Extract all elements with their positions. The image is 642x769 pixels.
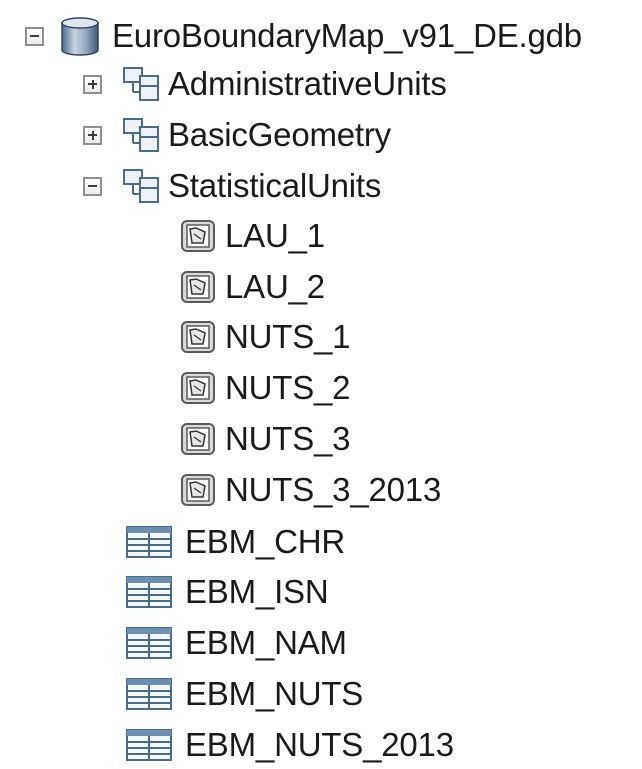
tree-node-label: StatisticalUnits <box>168 167 382 204</box>
table-icon <box>126 526 172 558</box>
tree-node-feature-class-nuts-3[interactable]: NUTS_3 <box>0 415 642 463</box>
table-icon <box>126 576 172 608</box>
tree-node-label: NUTS_2 <box>225 369 351 406</box>
tree-node-label: LAU_1 <box>225 217 325 254</box>
tree-node-table-ebm-nam[interactable]: EBM_NAM <box>0 619 642 667</box>
tree-node-label: EBM_CHR <box>185 523 345 560</box>
tree-node-feature-class-lau-2[interactable]: LAU_2 <box>0 263 642 311</box>
feature-dataset-icon <box>123 118 159 152</box>
table-icon <box>126 678 172 710</box>
polygon-feature-class-icon <box>181 321 215 353</box>
tree-node-dataset-statisticalunits[interactable]: StatisticalUnits <box>0 162 642 210</box>
polygon-feature-class-icon <box>181 372 215 404</box>
expand-toggle-icon[interactable] <box>83 74 102 94</box>
tree-node-dataset-basicgeometry[interactable]: BasicGeometry <box>0 111 642 159</box>
tree-node-label: AdministrativeUnits <box>168 65 447 102</box>
tree-node-geodatabase[interactable]: EuroBoundaryMap_v91_DE.gdb <box>0 12 642 60</box>
polygon-feature-class-icon <box>181 474 215 506</box>
tree-node-label: NUTS_1 <box>225 318 351 355</box>
tree-node-feature-class-nuts-3-2013[interactable]: NUTS_3_2013 <box>0 466 642 514</box>
feature-dataset-icon <box>123 169 159 203</box>
tree-node-dataset-administrativeunits[interactable]: AdministrativeUnits <box>0 60 642 108</box>
collapse-toggle-icon[interactable] <box>25 26 44 46</box>
tree-node-label: EBM_NUTS <box>185 675 364 712</box>
tree-node-feature-class-lau-1[interactable]: LAU_1 <box>0 212 642 260</box>
database-icon <box>61 17 99 56</box>
tree-node-feature-class-nuts-2[interactable]: NUTS_2 <box>0 364 642 412</box>
tree-node-label: BasicGeometry <box>168 116 391 153</box>
table-icon <box>126 627 172 659</box>
tree-node-table-ebm-chr[interactable]: EBM_CHR <box>0 518 642 566</box>
polygon-feature-class-icon <box>181 271 215 303</box>
catalog-tree: EuroBoundaryMap_v91_DE.gdb Administrativ… <box>0 0 642 763</box>
tree-node-table-ebm-isn[interactable]: EBM_ISN <box>0 568 642 616</box>
feature-dataset-icon <box>123 67 159 101</box>
tree-node-label: EBM_NAM <box>185 624 347 661</box>
expand-toggle-icon[interactable] <box>83 125 102 145</box>
polygon-feature-class-icon <box>181 423 215 455</box>
table-icon <box>126 729 172 761</box>
collapse-toggle-icon[interactable] <box>83 176 102 196</box>
polygon-feature-class-icon <box>181 220 215 252</box>
tree-node-table-ebm-nuts[interactable]: EBM_NUTS <box>0 670 642 718</box>
tree-node-label: EuroBoundaryMap_v91_DE.gdb <box>112 17 582 54</box>
tree-node-label: NUTS_3_2013 <box>225 471 442 508</box>
tree-node-label: LAU_2 <box>225 268 325 305</box>
tree-node-label: EBM_ISN <box>185 573 329 610</box>
tree-node-feature-class-nuts-1[interactable]: NUTS_1 <box>0 313 642 361</box>
tree-node-label: NUTS_3 <box>225 420 351 457</box>
